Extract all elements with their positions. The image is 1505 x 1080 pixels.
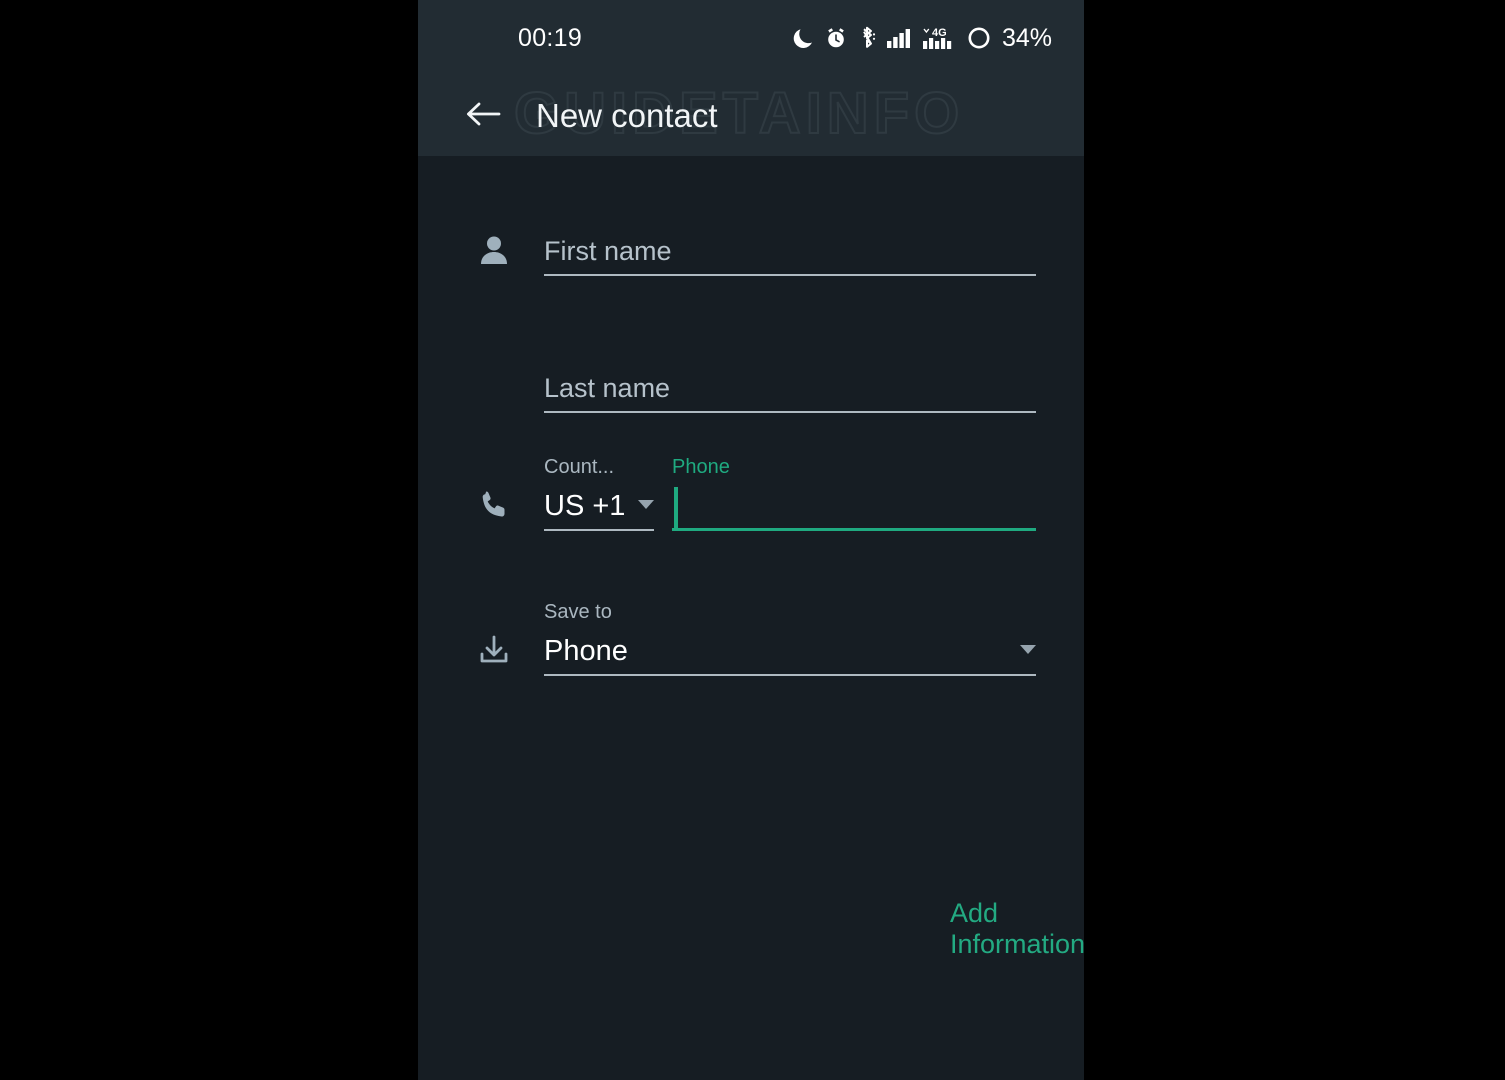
back-button[interactable] xyxy=(452,85,514,147)
last-name-field-col: Last name xyxy=(544,365,1036,413)
save-to-dropdown[interactable]: Phone xyxy=(544,628,1036,676)
status-clock: 00:19 xyxy=(518,23,583,52)
first-name-field-col: First name xyxy=(544,228,1036,276)
toolbar: GUIDETAINFO New contact xyxy=(418,76,1084,156)
country-code-label: Count... xyxy=(544,456,615,478)
phone-number-label: Phone xyxy=(672,456,730,478)
alarm-clock-icon xyxy=(824,26,848,50)
svg-text:4G: 4G xyxy=(932,27,947,39)
phone-group: Count... US +1 Phone xyxy=(544,456,1036,531)
first-name-input[interactable]: First name xyxy=(544,228,1036,276)
chevron-down-icon xyxy=(1020,644,1036,654)
phone-row: Count... US +1 Phone xyxy=(418,456,1084,531)
phone-number-input[interactable] xyxy=(672,483,1036,531)
last-name-row: Last name xyxy=(418,361,1084,413)
save-to-label: Save to xyxy=(544,601,612,623)
save-to-value: Phone xyxy=(544,634,628,667)
first-name-placeholder: First name xyxy=(544,235,672,266)
battery-percent-label: 34% xyxy=(1001,23,1052,52)
status-icons-group: 4G 34% xyxy=(793,24,1052,53)
chevron-down-icon xyxy=(638,499,654,509)
signal-4g-icon: 4G xyxy=(921,25,957,51)
phone-number-col: Phone xyxy=(672,456,1036,531)
add-information-button[interactable]: Add Information xyxy=(950,898,1084,960)
last-name-input[interactable]: Last name xyxy=(544,365,1036,413)
battery-circle-icon xyxy=(966,25,992,51)
country-code-dropdown[interactable]: US +1 xyxy=(544,483,654,531)
phone-handset-icon xyxy=(462,479,526,531)
do-not-disturb-moon-icon xyxy=(793,26,815,50)
contact-form: First name Last name Count... US +1 Phon… xyxy=(418,156,1084,1080)
save-download-icon xyxy=(462,624,526,676)
page-title: New contact xyxy=(536,97,718,134)
phone-viewport: 00:19 4G 34% GUIDETAINFO New contact Fir… xyxy=(418,0,1084,1080)
save-to-field-col: Save to Phone xyxy=(544,601,1036,676)
text-caret xyxy=(674,487,678,529)
last-name-placeholder: Last name xyxy=(544,372,671,403)
back-arrow-icon xyxy=(465,99,501,134)
first-name-row: First name xyxy=(418,224,1084,276)
country-code-value: US +1 xyxy=(544,489,626,522)
person-icon xyxy=(462,224,526,276)
bluetooth-icon xyxy=(857,26,877,50)
country-code-col: Count... US +1 xyxy=(544,456,654,531)
signal-bars-icon xyxy=(886,26,912,50)
status-bar: 00:19 4G 34% xyxy=(418,0,1084,76)
save-to-row: Save to Phone xyxy=(418,601,1084,676)
screen-root: 00:19 4G 34% GUIDETAINFO New contact Fir… xyxy=(0,0,1505,1080)
